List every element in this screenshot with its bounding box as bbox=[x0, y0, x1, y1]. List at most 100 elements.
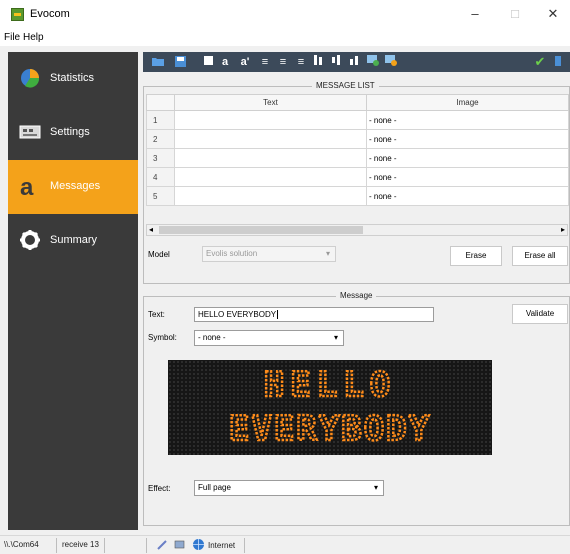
row-number: 5 bbox=[146, 186, 175, 206]
scroll-left-icon[interactable]: ◂ bbox=[149, 225, 153, 234]
led-preview-display: HELLO EVERYBODY bbox=[168, 360, 492, 455]
close-button[interactable]: ✕ bbox=[538, 4, 568, 24]
status-divider bbox=[244, 538, 245, 553]
row-number: 2 bbox=[146, 129, 175, 149]
effect-select[interactable]: Full page ▾ bbox=[194, 480, 384, 496]
sidebar-item-label: Settings bbox=[50, 126, 90, 138]
model-label: Model bbox=[148, 250, 170, 259]
maximize-button[interactable]: □ bbox=[500, 4, 530, 24]
cell-image[interactable]: - none - bbox=[366, 148, 569, 168]
column-header-image[interactable]: Image bbox=[366, 94, 569, 111]
font-large-icon[interactable]: a' bbox=[239, 55, 251, 69]
align-right-icon[interactable]: ≡ bbox=[295, 55, 307, 69]
table-row[interactable]: 5 - none - bbox=[146, 186, 569, 206]
columns-icon[interactable] bbox=[313, 55, 325, 69]
row-number: 1 bbox=[146, 110, 175, 130]
sidebar-item-settings[interactable]: Settings bbox=[8, 106, 138, 160]
table-row[interactable]: 3 - none - bbox=[146, 148, 569, 168]
cell-image[interactable]: - none - bbox=[366, 129, 569, 149]
sidebar-item-label: Messages bbox=[50, 180, 101, 192]
cell-text[interactable] bbox=[174, 167, 367, 187]
open-folder-icon[interactable] bbox=[151, 55, 165, 69]
font-small-icon[interactable]: a bbox=[219, 55, 231, 69]
menu-help[interactable]: Help bbox=[23, 32, 44, 43]
status-divider bbox=[146, 538, 147, 553]
cell-text[interactable] bbox=[174, 148, 367, 168]
text-label: Text: bbox=[148, 310, 165, 319]
chevron-down-icon: ▾ bbox=[373, 483, 378, 492]
printer-settings-icon bbox=[19, 125, 41, 139]
erase-button[interactable]: Erase bbox=[450, 246, 502, 266]
menu-file[interactable]: File bbox=[4, 32, 20, 43]
cell-image[interactable]: - none - bbox=[366, 186, 569, 206]
row-number-header bbox=[146, 94, 175, 111]
led-matrix: HELLO EVERYBODY bbox=[168, 360, 492, 455]
status-port: \\.\Com64 bbox=[4, 540, 39, 549]
symbol-label: Symbol: bbox=[148, 333, 177, 342]
led-line-1: HELLO bbox=[264, 365, 396, 405]
erase-all-button[interactable]: Erase all bbox=[512, 246, 568, 266]
cell-image[interactable]: - none - bbox=[366, 167, 569, 187]
led-line-2: EVERYBODY bbox=[229, 409, 431, 449]
app-logo-icon bbox=[11, 8, 24, 21]
model-select: Evolis solution ▾ bbox=[202, 246, 336, 262]
svg-text:a: a bbox=[20, 175, 34, 197]
letter-a-icon: a bbox=[20, 175, 34, 197]
model-value: Evolis solution bbox=[206, 249, 258, 258]
align-center-icon[interactable]: ≡ bbox=[277, 55, 289, 69]
chevron-down-icon: ▾ bbox=[333, 333, 338, 342]
status-divider bbox=[56, 538, 57, 553]
image-add-icon[interactable] bbox=[367, 55, 379, 69]
scroll-thumb[interactable] bbox=[159, 226, 363, 234]
pie-chart-icon bbox=[21, 69, 40, 88]
table-row[interactable]: 2 - none - bbox=[146, 129, 569, 149]
horizontal-scrollbar[interactable]: ◂ ▸ bbox=[146, 224, 568, 236]
effect-value: Full page bbox=[198, 483, 231, 492]
message-list-table: Text Image 1 - none - 2 - none - 3 - non… bbox=[146, 94, 569, 206]
message-legend: Message bbox=[336, 291, 377, 300]
toolbar: a a' ≡ ≡ ≡ ✔ bbox=[143, 52, 570, 72]
pen-icon bbox=[157, 540, 167, 550]
cell-text[interactable] bbox=[174, 110, 367, 130]
fill-square-icon[interactable] bbox=[203, 55, 213, 69]
sidebar-item-statistics[interactable]: Statistics bbox=[8, 52, 138, 106]
image-remove-icon[interactable] bbox=[385, 55, 397, 69]
chevron-down-icon: ▾ bbox=[325, 249, 330, 258]
internet-globe-icon bbox=[193, 539, 204, 550]
symbol-select[interactable]: - none - ▾ bbox=[194, 330, 344, 346]
cell-text[interactable] bbox=[174, 129, 367, 149]
sidebar-item-label: Summary bbox=[50, 234, 98, 246]
middle-align-icon[interactable] bbox=[331, 55, 343, 69]
message-text-input[interactable]: HELLO EVERYBODY bbox=[194, 307, 434, 322]
gear-icon bbox=[20, 230, 40, 250]
checkmark-icon[interactable]: ✔ bbox=[533, 55, 547, 69]
menu-bar: File Help bbox=[0, 30, 570, 46]
sidebar: Statistics Settings a Messages Summary bbox=[8, 52, 138, 530]
status-divider bbox=[104, 538, 105, 553]
message-text-value: HELLO EVERYBODY bbox=[198, 310, 277, 319]
cell-image[interactable]: - none - bbox=[366, 110, 569, 130]
sidebar-item-summary[interactable]: Summary bbox=[8, 214, 138, 268]
table-row[interactable]: 1 - none - bbox=[146, 110, 569, 130]
save-icon[interactable] bbox=[173, 55, 187, 69]
table-header-row: Text Image bbox=[146, 94, 569, 111]
bottom-align-icon[interactable] bbox=[349, 55, 361, 69]
column-header-text[interactable]: Text bbox=[174, 94, 367, 111]
row-number: 3 bbox=[146, 148, 175, 168]
minimize-button[interactable]: – bbox=[460, 4, 490, 24]
network-icon bbox=[174, 540, 185, 549]
message-list-legend: MESSAGE LIST bbox=[312, 81, 379, 90]
align-left-icon[interactable]: ≡ bbox=[259, 55, 271, 69]
status-receive: receive 13 bbox=[62, 540, 99, 549]
table-row[interactable]: 4 - none - bbox=[146, 167, 569, 187]
status-bar: \\.\Com64 receive 13 Internet bbox=[0, 535, 570, 554]
sidebar-item-label: Statistics bbox=[50, 72, 95, 84]
validate-button[interactable]: Validate bbox=[512, 304, 568, 324]
symbol-value: - none - bbox=[198, 333, 226, 342]
send-icon[interactable] bbox=[553, 55, 563, 69]
app-window: Evocom – □ ✕ File Help Statistics Settin… bbox=[0, 0, 570, 554]
scroll-right-icon[interactable]: ▸ bbox=[561, 225, 565, 234]
cell-text[interactable] bbox=[174, 186, 367, 206]
sidebar-item-messages[interactable]: a Messages bbox=[8, 160, 138, 214]
effect-label: Effect: bbox=[148, 484, 171, 493]
